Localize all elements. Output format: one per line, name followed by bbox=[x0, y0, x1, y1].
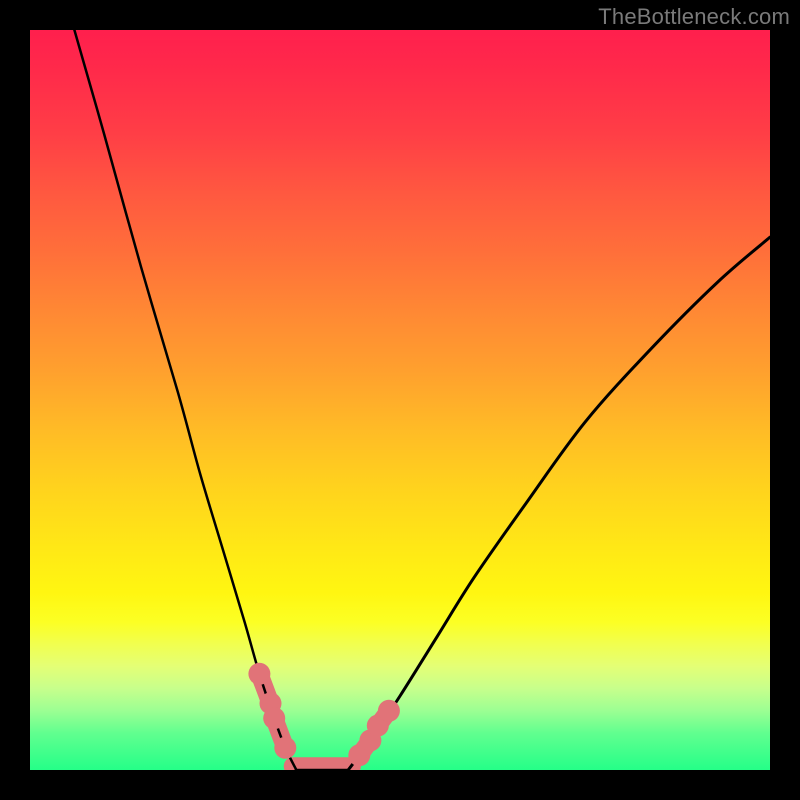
highlight-dot bbox=[263, 707, 285, 729]
left-curve bbox=[74, 30, 348, 770]
highlight-dot bbox=[378, 700, 400, 722]
highlight-dot bbox=[274, 737, 296, 759]
chart-canvas: TheBottleneck.com bbox=[0, 0, 800, 800]
curve-layer bbox=[30, 30, 770, 770]
right-curve bbox=[347, 237, 770, 770]
highlight-dot bbox=[248, 663, 270, 685]
watermark-text: TheBottleneck.com bbox=[598, 4, 790, 30]
plot-area bbox=[30, 30, 770, 770]
